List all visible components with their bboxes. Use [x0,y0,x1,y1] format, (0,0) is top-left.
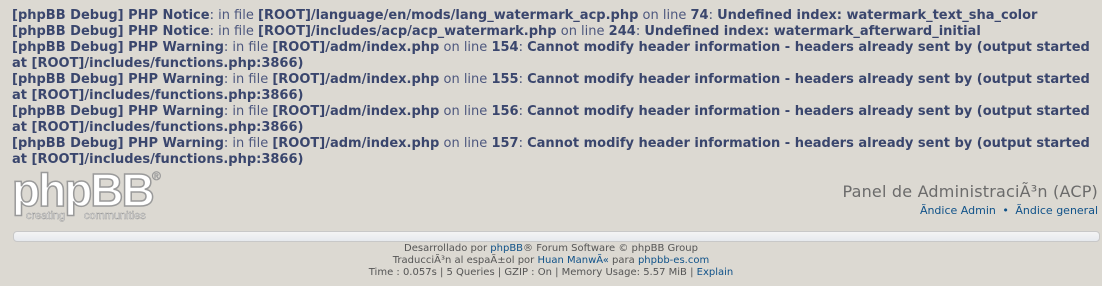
footer-translation-label: TraducciÃ³n al espaÃ±ol por [392,255,535,266]
debug-line-number: 244 [608,24,636,39]
page-footer: Desarrollado por phpBB® Forum Software ©… [0,243,1102,279]
debug-in-file: in file [232,104,269,119]
footer-powered-label: Desarrollado por [404,243,488,254]
debug-line: [phpBB Debug] PHP Notice: in file [ROOT]… [12,24,981,39]
debug-line-number: 74 [690,8,709,23]
debug-path: [ROOT]/adm/index.php [272,104,440,119]
acp-title: Panel de AdministraciÃ³n (ACP) [842,182,1098,201]
debug-tag: [phpBB Debug] PHP Warning [12,72,224,87]
debug-on-line: on line [443,72,488,87]
logo-tagline-left: creating [26,210,65,222]
debug-on-line: on line [560,24,605,39]
phpbb-link[interactable]: phpBB [490,243,523,254]
debug-line-number: 154 [491,40,519,55]
debug-tag: [phpBB Debug] PHP Notice [12,8,210,23]
debug-path: [ROOT]/includes/acp/acp_watermark.php [258,24,557,39]
debug-in-file: in file [232,72,269,87]
phpbb-logo[interactable]: phpBB ® creating communities [12,168,172,224]
debug-in-file: in file [218,8,254,23]
link-admin-index[interactable]: Ãndice Admin [920,204,996,217]
link-separator: • [1002,204,1009,217]
debug-line: [phpBB Debug] PHP Notice: in file [ROOT]… [12,8,1038,23]
logo-registered: ® [152,169,161,183]
debug-message: Undefined index: watermark_text_sha_colo… [717,8,1038,23]
debug-output: [phpBB Debug] PHP Notice: in file [ROOT]… [12,8,1097,168]
footer-credits-line: Desarrollado por phpBB® Forum Software ©… [0,243,1102,255]
debug-line: [phpBB Debug] PHP Warning: in file [ROOT… [12,72,1090,103]
logo-tagline-right: communities [84,210,146,222]
debug-path: [ROOT]/adm/index.php [272,72,440,87]
footer-para: para [612,255,635,266]
acp-nav-links: Ãndice Admin • Ãndice general [920,204,1098,217]
debug-in-file: in file [218,24,254,39]
debug-tag: [phpBB Debug] PHP Warning [12,40,224,55]
logo-text: phpBB [12,168,154,216]
footer-stats: Time : 0.057s | 5 Queries | GZIP : On | … [368,267,694,278]
debug-tag: [phpBB Debug] PHP Notice [12,24,210,39]
debug-line: [phpBB Debug] PHP Warning: in file [ROOT… [12,136,1090,167]
debug-on-line: on line [443,136,488,151]
debug-in-file: in file [232,40,269,55]
debug-path: [ROOT]/adm/index.php [272,136,440,151]
translator-link[interactable]: Huan ManwÃ« [537,255,608,266]
footer-translation-line: TraducciÃ³n al espaÃ±ol por Huan ManwÃ« … [0,255,1102,267]
debug-on-line: on line [443,104,488,119]
explain-link[interactable]: Explain [697,267,734,278]
debug-line-number: 157 [491,136,519,151]
debug-on-line: on line [443,40,488,55]
footer-copyright: ® Forum Software © phpBB Group [523,243,698,254]
footer-stats-line: Time : 0.057s | 5 Queries | GZIP : On | … [0,267,1102,279]
debug-message: Undefined index: watermark_afterward_ini… [644,24,981,39]
acp-header: phpBB ® creating communities Panel de Ad… [0,168,1102,228]
phpbb-es-link[interactable]: phpbb-es.com [638,255,709,266]
debug-line: [phpBB Debug] PHP Warning: in file [ROOT… [12,104,1090,135]
debug-on-line: on line [642,8,687,23]
debug-tag: [phpBB Debug] PHP Warning [12,104,224,119]
debug-line: [phpBB Debug] PHP Warning: in file [ROOT… [12,40,1090,71]
link-general-index[interactable]: Ãndice general [1015,204,1098,217]
debug-path: [ROOT]/adm/index.php [272,40,440,55]
debug-path: [ROOT]/language/en/mods/lang_watermark_a… [258,8,639,23]
content-panel-bar [13,231,1100,242]
debug-in-file: in file [232,136,269,151]
debug-tag: [phpBB Debug] PHP Warning [12,136,224,151]
debug-line-number: 156 [491,104,519,119]
debug-line-number: 155 [491,72,519,87]
